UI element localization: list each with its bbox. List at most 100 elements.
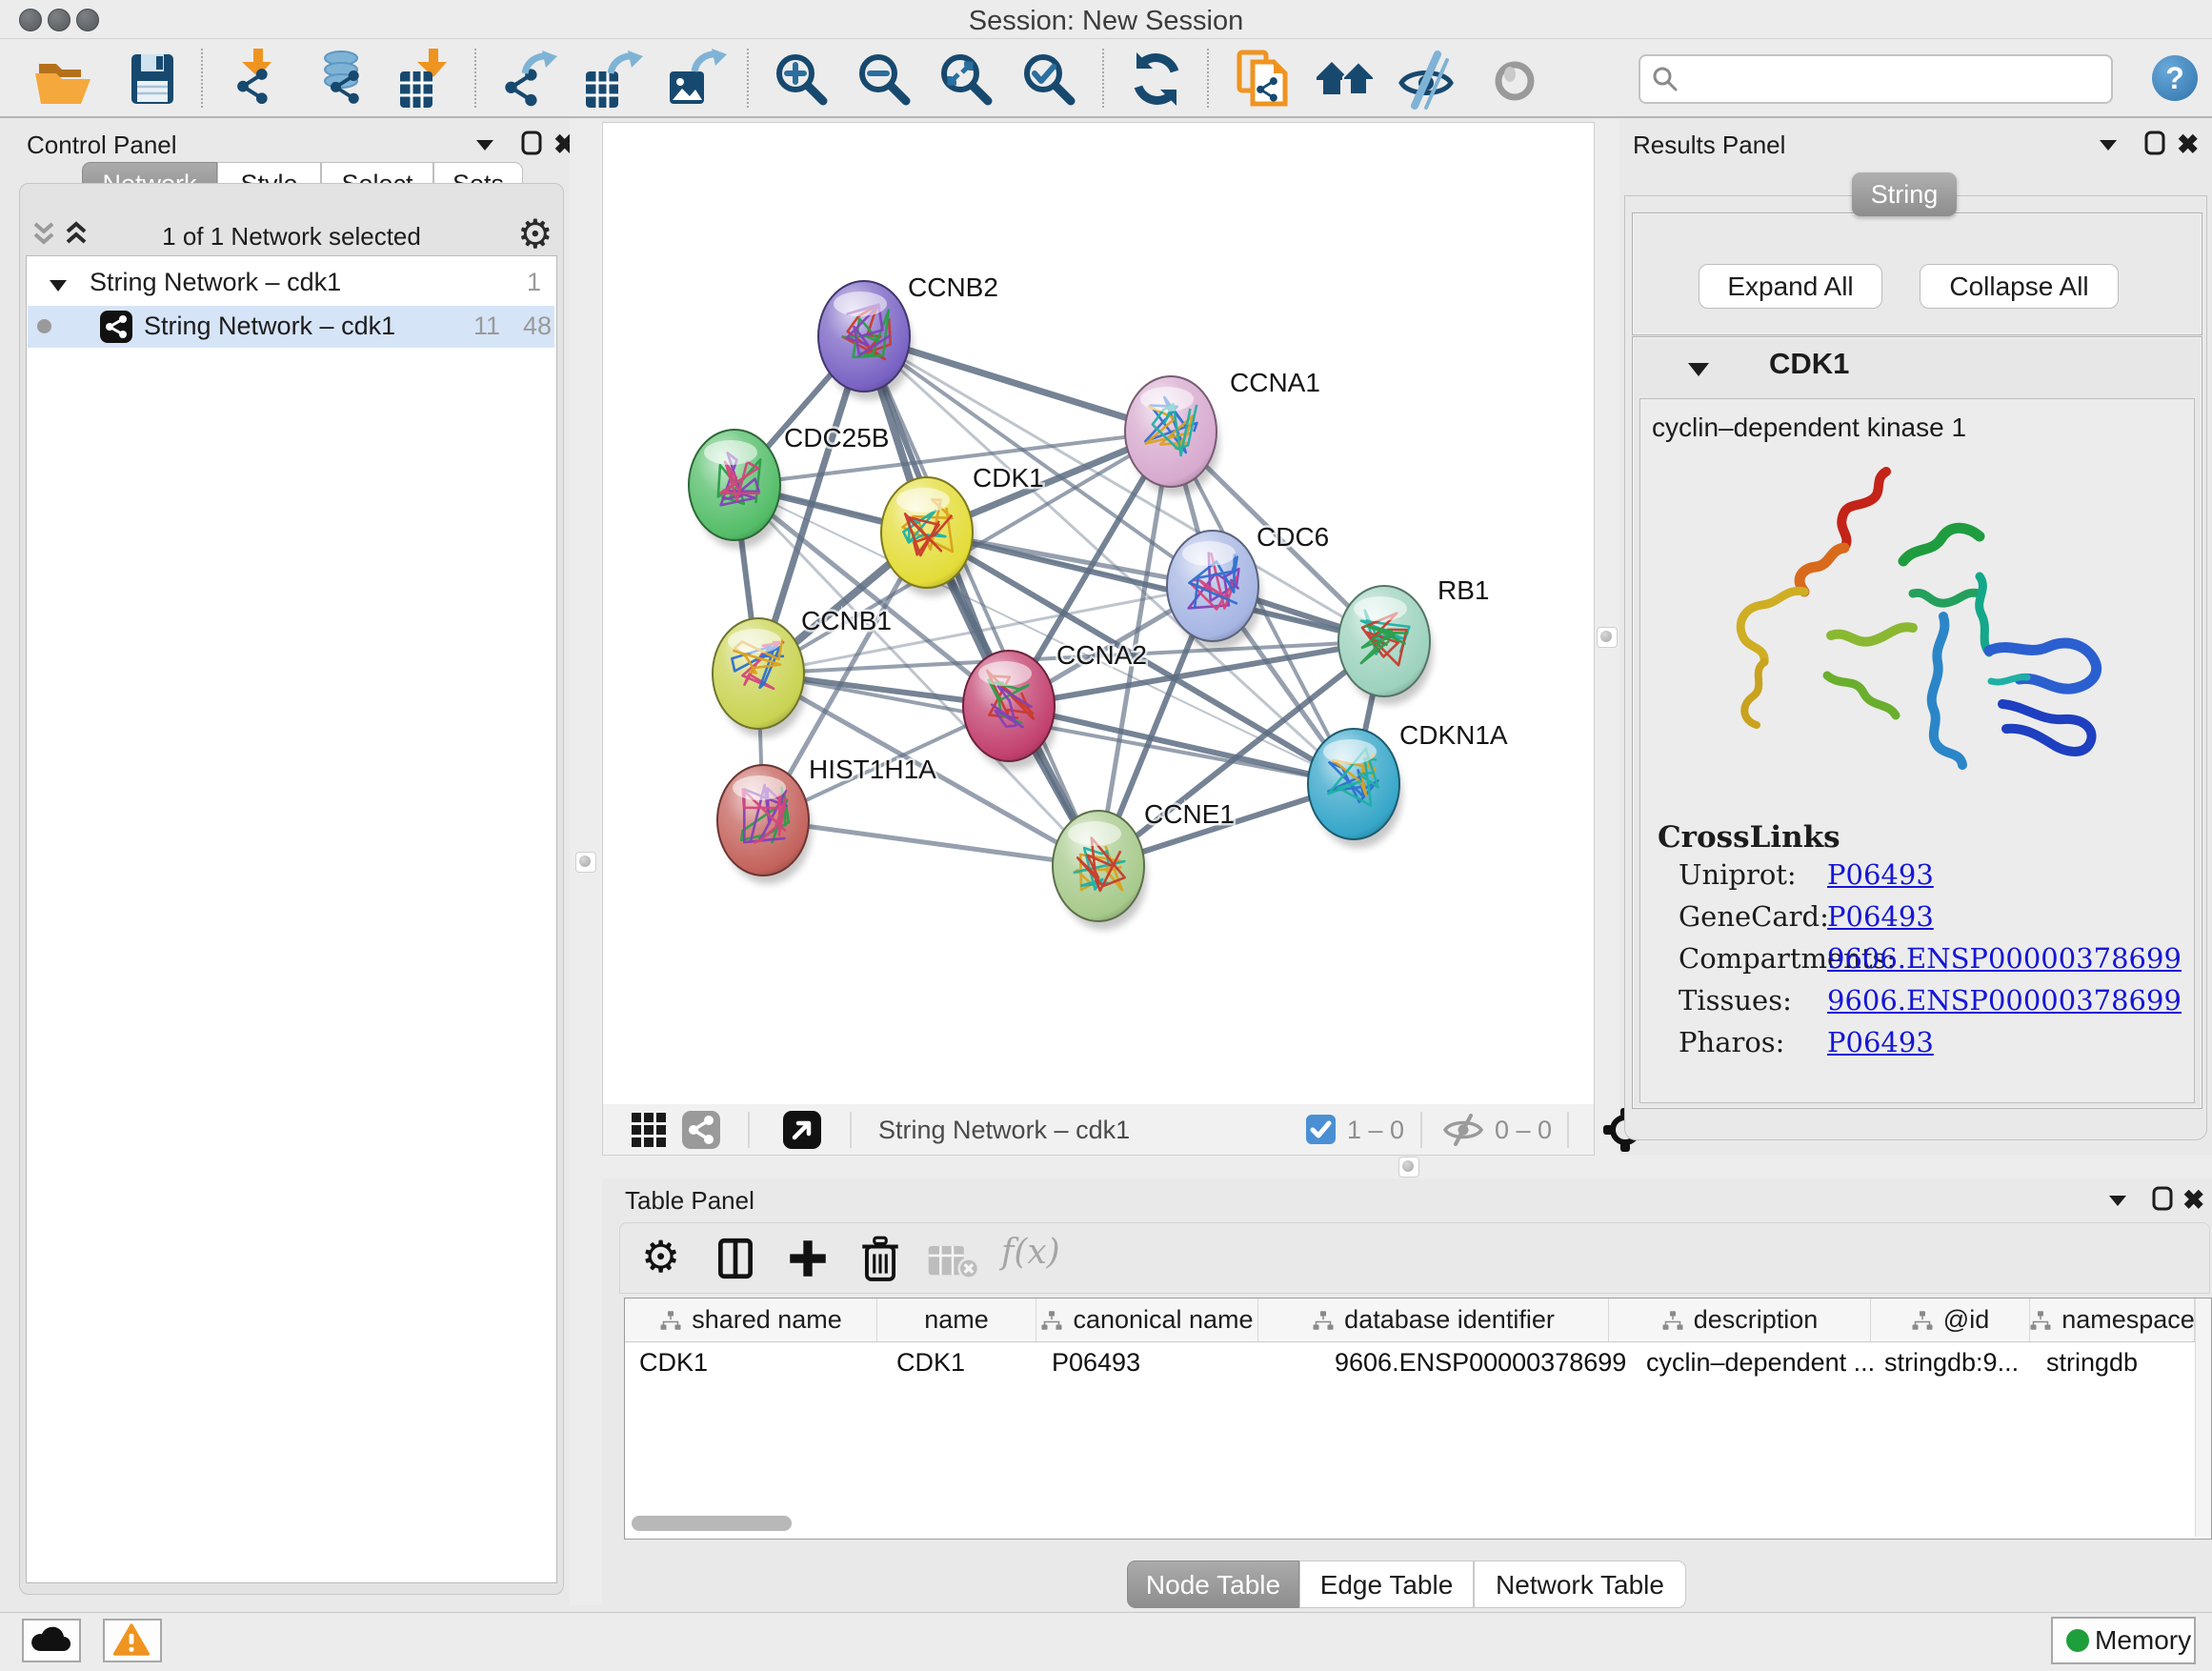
create-column-plus-icon[interactable] — [784, 1235, 832, 1282]
network-list-options-gear-icon[interactable]: ⚙ — [517, 211, 553, 257]
network-share-icon[interactable] — [682, 1111, 720, 1149]
crosslink-genecard-link[interactable]: P06493 — [1827, 900, 1934, 933]
node-CCNB1[interactable] — [713, 618, 807, 737]
node-CCNE1[interactable] — [1053, 811, 1147, 930]
network-tree-item-selected[interactable]: String Network – cdk1 11 48 — [28, 306, 554, 348]
node-CDKN1A[interactable] — [1308, 729, 1402, 848]
search-field[interactable] — [1639, 54, 2113, 104]
column-header-canonicalname[interactable]: canonical name — [1036, 1299, 1258, 1341]
vertical-splitter-left[interactable] — [570, 119, 602, 1605]
first-neighbors-button[interactable] — [1315, 49, 1376, 110]
crosslink-label: Tissues: — [1679, 984, 1792, 1017]
table-row[interactable]: CDK1CDK1P064939606.ENSP00000378699cyclin… — [625, 1342, 2195, 1380]
collapse-panel-icon[interactable] — [2105, 1188, 2130, 1213]
gene-name-heading: CDK1 — [1769, 347, 1849, 381]
vertical-scrollbar[interactable] — [2195, 1299, 2211, 1537]
horizontal-splitter[interactable] — [602, 1155, 2212, 1178]
hide-selection-button[interactable] — [1396, 49, 1457, 110]
tab-string[interactable]: String — [1852, 172, 1957, 216]
node-label-CCNE1: CCNE1 — [1144, 799, 1235, 829]
crosslink-tissues-link[interactable]: 9606.ENSP00000378699 — [1827, 984, 2182, 1017]
edge-CCNB2-CCNE1[interactable] — [864, 336, 1098, 866]
node-CDC25B[interactable] — [689, 430, 783, 549]
collapse-panel-icon[interactable] — [473, 132, 497, 157]
import-table-from-file-button[interactable] — [396, 49, 457, 110]
tab-network-table[interactable]: Network Table — [1474, 1560, 1686, 1608]
memory-button[interactable]: Memory — [2051, 1617, 2196, 1664]
column-header-description[interactable]: description — [1609, 1299, 1871, 1341]
table-settings-gear-icon[interactable]: ⚙ — [641, 1231, 680, 1282]
open-session-button[interactable] — [33, 49, 94, 110]
crosslink-compartments-link[interactable]: 9606.ENSP00000378699 — [1827, 942, 2182, 975]
node-CCNA2[interactable] — [963, 651, 1057, 770]
column-header-id[interactable]: @id — [1871, 1299, 2030, 1341]
network-tree-root-row[interactable]: String Network – cdk1 1 — [27, 266, 554, 306]
edge-CCNA2-CDKN1A[interactable] — [1009, 706, 1354, 784]
tab-edge-table[interactable]: Edge Table — [1299, 1560, 1474, 1608]
tab-node-table[interactable]: Node Table — [1127, 1560, 1299, 1608]
export-image-button[interactable] — [666, 49, 727, 110]
float-panel-icon[interactable] — [2150, 1186, 2175, 1211]
collapse-panel-icon[interactable] — [2096, 132, 2121, 157]
float-panel-icon[interactable] — [519, 131, 544, 155]
zoom-in-button[interactable] — [771, 49, 832, 110]
export-network-button[interactable] — [498, 49, 559, 110]
selected-checkbox-icon[interactable] — [1306, 1115, 1336, 1144]
birds-eye-view-icon[interactable] — [783, 1111, 821, 1149]
collapse-all-button[interactable]: Collapse All — [1920, 264, 2119, 309]
cell-name: CDK1 — [896, 1348, 965, 1378]
show-columns-icon[interactable] — [712, 1235, 759, 1282]
network-canvas[interactable]: CCNB2 CCNA1 CDC25B CDK1 CDC6 RB1 CCNB1 C… — [602, 122, 1595, 1105]
node-CCNA1[interactable] — [1125, 376, 1219, 495]
help-button[interactable]: ? — [2152, 55, 2198, 101]
node-label-CDKN1A: CDKN1A — [1399, 720, 1508, 750]
toolbar-separator — [747, 49, 749, 108]
refresh-view-button[interactable] — [1126, 49, 1187, 110]
horizontal-scrollbar-thumb[interactable] — [632, 1516, 792, 1531]
show-all-button[interactable] — [1484, 49, 1545, 110]
expand-all-button[interactable]: Expand All — [1699, 264, 1882, 309]
delete-column-trash-icon[interactable] — [856, 1233, 904, 1284]
splitter-handle[interactable] — [1398, 1157, 1419, 1178]
save-session-button[interactable] — [122, 49, 183, 110]
hidden-eye-slash-icon — [1441, 1114, 1485, 1146]
crosslink-pharos-link[interactable]: P06493 — [1827, 1026, 1934, 1058]
cloud-status-button[interactable] — [22, 1619, 81, 1662]
node-CDK1[interactable] — [881, 477, 975, 596]
crosslink-uniprot-link[interactable]: P06493 — [1827, 858, 1934, 891]
vertical-splitter-right[interactable] — [1593, 119, 1619, 1158]
search-input[interactable] — [1682, 58, 2105, 98]
node-RB1[interactable] — [1338, 586, 1433, 705]
float-panel-icon[interactable] — [2142, 131, 2167, 155]
node-HIST1H1A[interactable] — [717, 765, 812, 884]
zoom-fit-button[interactable] — [935, 49, 996, 110]
new-network-from-selection-button[interactable] — [1234, 49, 1295, 110]
zoom-out-button[interactable] — [854, 49, 915, 110]
zoom-selected-button[interactable] — [1018, 49, 1079, 110]
node-CDC6[interactable] — [1167, 531, 1261, 650]
hidden-node-edge-count: 0 – 0 — [1495, 1116, 1552, 1145]
close-panel-icon[interactable]: ✖ — [2182, 1184, 2207, 1209]
edge-HIST1H1A-CCNE1[interactable] — [763, 820, 1098, 866]
section-collapse-icon[interactable] — [1686, 358, 1711, 381]
tree-expander-icon[interactable] — [48, 275, 69, 296]
column-header-sharedname[interactable]: shared name — [625, 1299, 877, 1341]
export-table-button[interactable] — [582, 49, 643, 110]
warning-status-button[interactable] — [103, 1619, 162, 1662]
import-network-from-file-button[interactable] — [229, 49, 290, 110]
node-CCNB2[interactable] — [818, 281, 913, 400]
splitter-handle[interactable] — [575, 852, 596, 873]
node-label-CCNA2: CCNA2 — [1056, 640, 1147, 670]
column-header-name[interactable]: name — [877, 1299, 1036, 1341]
grid-view-icon[interactable] — [630, 1111, 668, 1149]
close-panel-icon[interactable]: ✖ — [2177, 129, 2202, 153]
export-network-icon — [498, 49, 559, 110]
zoom-in-icon — [771, 49, 832, 110]
column-header-databaseidentifier[interactable]: database identifier — [1258, 1299, 1609, 1341]
splitter-handle[interactable] — [1597, 627, 1618, 648]
new-network-from-selection-icon — [1234, 49, 1295, 110]
cell-id: stringdb:9... — [1884, 1348, 2019, 1378]
import-network-from-database-button[interactable] — [312, 49, 373, 110]
column-header-namespace[interactable]: namespace — [2030, 1299, 2195, 1341]
selected-node-edge-count: 1 – 0 — [1347, 1116, 1404, 1145]
